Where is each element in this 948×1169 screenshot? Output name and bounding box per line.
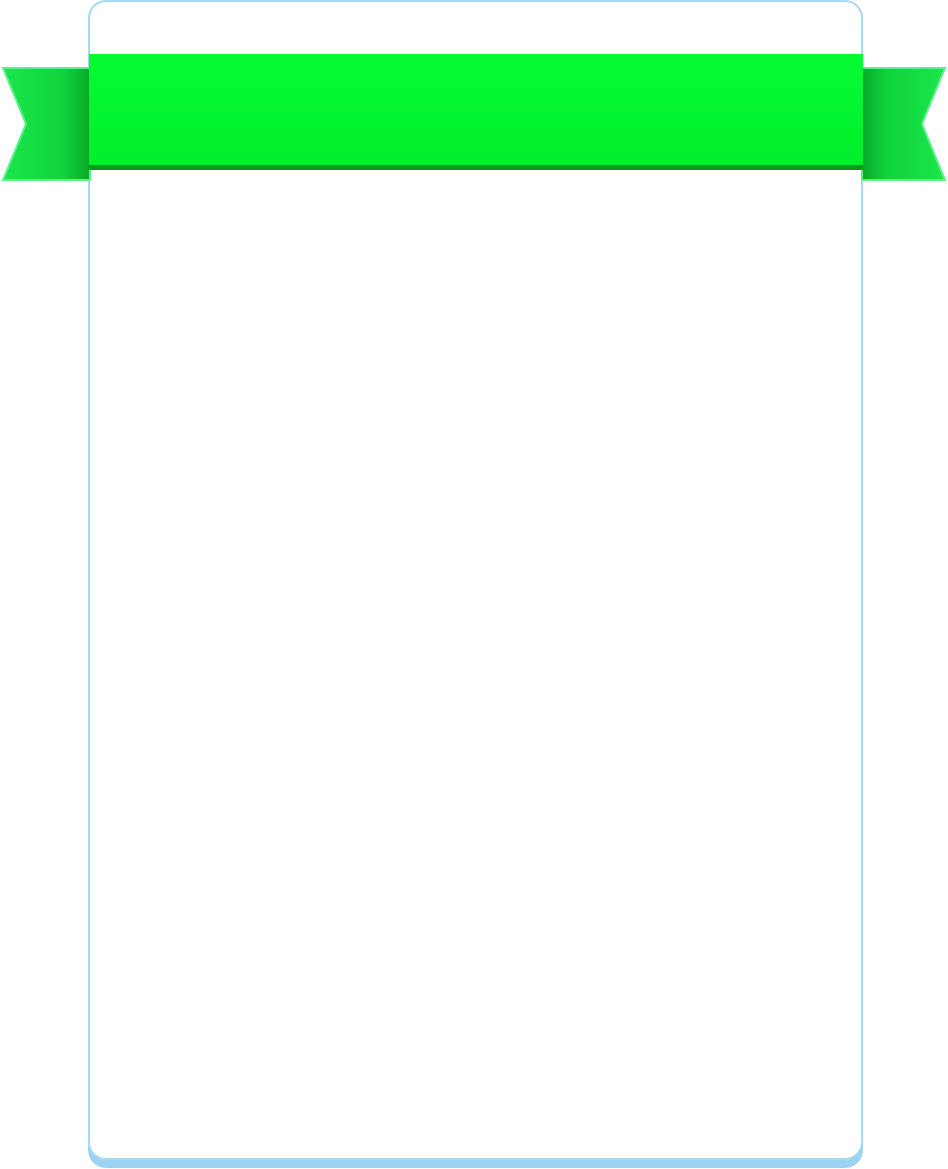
banner-title	[90, 54, 862, 166]
ribbon-tail-left	[1, 67, 91, 181]
canvas	[0, 0, 948, 1169]
ribbon-tail-right	[861, 67, 947, 181]
